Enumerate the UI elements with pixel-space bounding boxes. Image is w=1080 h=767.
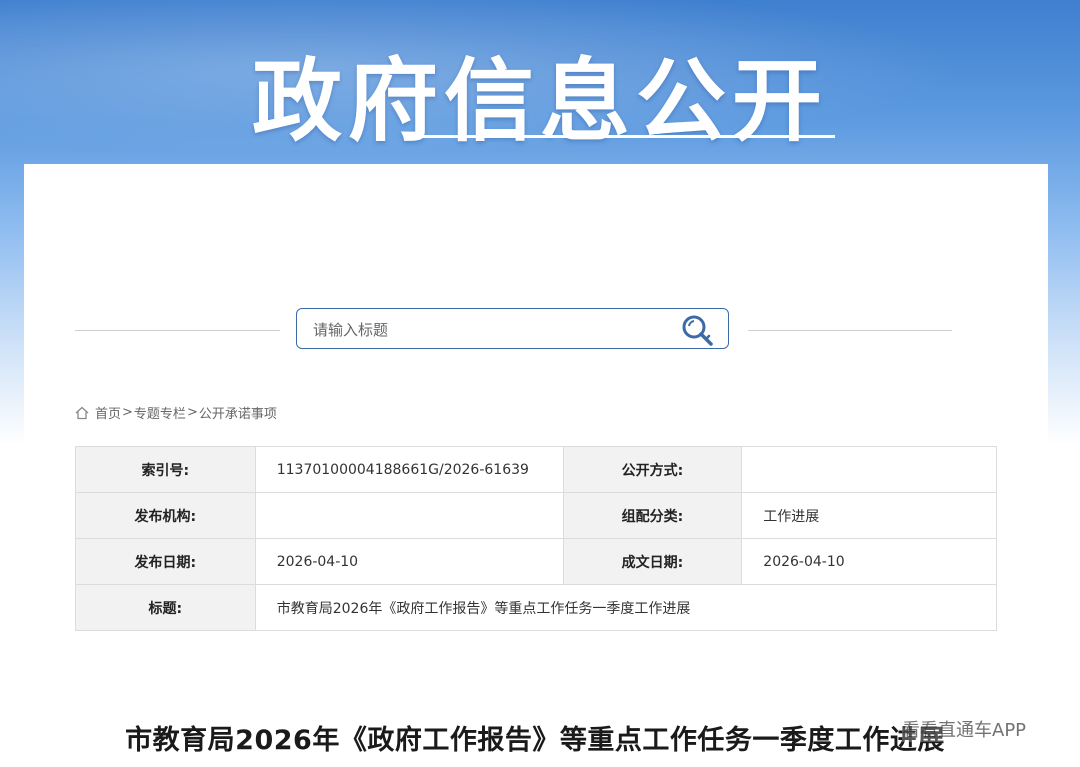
disclosure-method-value (741, 446, 997, 493)
breadcrumb-home-link[interactable]: 首页 (95, 403, 121, 422)
breadcrumb-separator: > (186, 405, 198, 420)
search-divider-left (75, 330, 280, 331)
breadcrumb-current-link[interactable]: 公开承诺事项 (199, 403, 277, 422)
table-row: 发布机构: 组配分类: 工作进展 (75, 492, 997, 539)
publisher-value (254, 492, 564, 539)
breadcrumb: 首页 > 专题专栏 > 公开承诺事项 (75, 403, 277, 422)
title-label: 标题: (75, 584, 256, 631)
publish-date-value: 2026-04-10 (254, 538, 564, 585)
disclosure-method-label: 公开方式: (562, 446, 743, 493)
banner-title: 政府信息公开 (252, 49, 828, 154)
table-row: 发布日期: 2026-04-10 成文日期: 2026-04-10 (75, 538, 997, 585)
search-box (296, 308, 729, 349)
home-icon (75, 406, 89, 420)
metadata-table: 索引号: 11370100004188661G/2026-61639 公开方式:… (75, 446, 998, 631)
category-label: 组配分类: (562, 492, 743, 539)
written-date-label: 成文日期: (562, 538, 743, 585)
banner-underline (417, 135, 835, 138)
table-row: 标题: 市教育局2026年《政府工作报告》等重点工作任务一季度工作进展 (75, 584, 998, 631)
breadcrumb-topic-link[interactable]: 专题专栏 (134, 403, 186, 422)
title-value: 市教育局2026年《政府工作报告》等重点工作任务一季度工作进展 (254, 584, 998, 631)
category-value: 工作进展 (741, 492, 997, 539)
search-input[interactable] (311, 315, 675, 345)
search-icon[interactable] (681, 314, 717, 346)
table-row: 索引号: 11370100004188661G/2026-61639 公开方式: (75, 446, 997, 493)
breadcrumb-separator: > (122, 405, 133, 420)
watermark: 看看直通车APP (902, 716, 1027, 742)
index-number-label: 索引号: (75, 446, 256, 493)
index-number-value: 11370100004188661G/2026-61639 (254, 446, 564, 493)
search-divider-right (748, 330, 952, 331)
publish-date-label: 发布日期: (75, 538, 256, 585)
written-date-value: 2026-04-10 (741, 538, 997, 585)
publisher-label: 发布机构: (75, 492, 256, 539)
